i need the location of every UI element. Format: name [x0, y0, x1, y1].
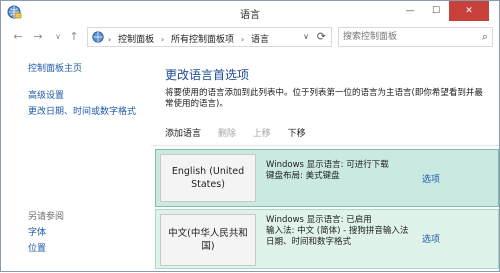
language-toolbar: 添加语言 删除 上移 下移: [165, 126, 320, 140]
navigation-bar: ← → ∨ ↑ › 控制面板 › 所有控制面板项 › 语言 ∨ ⟳ 搜索控制面板…: [1, 23, 499, 51]
move-down-button[interactable]: 下移: [288, 129, 306, 139]
datetime-format: 日期、时间和数字格式: [266, 237, 352, 247]
close-button[interactable]: ✕: [449, 1, 489, 21]
language-details: Windows 显示语言: 可进行下载 键盘布局: 美式键盘: [266, 160, 426, 182]
breadcrumb-separator: ›: [160, 35, 165, 44]
sidebar-link-datetime[interactable]: 更改日期、时间或数字格式: [28, 104, 136, 117]
maximize-button[interactable]: ☐: [423, 1, 449, 21]
main-content: 更改语言首选项 将要使用的语言添加到此列表中。位于列表第一位的语言为主语言(即你…: [151, 51, 499, 273]
input-method: 输入法: 中文 (简体) - 搜狗拼音输入法: [266, 226, 409, 236]
page-description: 将要使用的语言添加到此列表中。位于列表第一位的语言为主语言(即你希望看到并最常使…: [165, 88, 483, 109]
display-language-status: Windows 显示语言: 可进行下载: [266, 160, 389, 170]
keyboard-layout: 键盘布局: 美式键盘: [266, 171, 340, 181]
display-language-status: Windows 显示语言: 已启用: [266, 215, 372, 225]
recent-locations-icon[interactable]: ∨: [51, 30, 65, 44]
breadcrumb-separator: ›: [240, 35, 245, 44]
sidebar-link-home[interactable]: 控制面板主页: [28, 61, 82, 74]
up-arrow-icon[interactable]: ↑: [67, 30, 81, 44]
add-language-button[interactable]: 添加语言: [165, 129, 201, 139]
remove-button[interactable]: 删除: [218, 129, 236, 139]
search-icon[interactable]: ⌕: [482, 30, 488, 44]
page-title: 更改语言首选项: [165, 68, 250, 82]
breadcrumb: › 控制面板 › 所有控制面板项 › 语言: [108, 32, 273, 45]
language-row-chinese[interactable]: 中文(中华人民共和国) Windows 显示语言: 已启用 输入法: 中文 (简…: [155, 209, 499, 269]
forward-arrow-icon[interactable]: →: [31, 30, 45, 44]
address-control-panel-icon: [91, 30, 105, 47]
sidebar-link-location[interactable]: 位置: [28, 241, 46, 254]
move-up-button[interactable]: 上移: [253, 129, 271, 139]
language-name-button[interactable]: 中文(中华人民共和国): [160, 214, 256, 266]
sidebar-link-advanced[interactable]: 高级设置: [28, 88, 64, 101]
address-bar[interactable]: › 控制面板 › 所有控制面板项 › 语言 ∨ ⟳: [87, 27, 332, 47]
language-row-english[interactable]: English (United States) Windows 显示语言: 可进…: [155, 149, 499, 207]
breadcrumb-all-items[interactable]: 所有控制面板项: [171, 35, 234, 45]
language-name-button[interactable]: English (United States): [160, 154, 256, 202]
sidebar-link-fonts[interactable]: 字体: [28, 225, 46, 238]
refresh-icon[interactable]: ⟳: [317, 30, 326, 43]
back-arrow-icon[interactable]: ←: [11, 30, 25, 44]
language-details: Windows 显示语言: 已启用 输入法: 中文 (简体) - 搜狗拼音输入法…: [266, 215, 426, 248]
search-input[interactable]: [343, 30, 473, 44]
breadcrumb-language[interactable]: 语言: [251, 35, 269, 45]
title-bar: 语言 — ☐ ✕: [1, 1, 499, 23]
sidebar: 控制面板主页 高级设置 更改日期、时间或数字格式 另请参阅 字体 位置: [1, 51, 151, 273]
see-also-heading: 另请参阅: [28, 212, 65, 222]
breadcrumb-control-panel[interactable]: 控制面板: [118, 35, 154, 45]
minimize-button[interactable]: —: [397, 1, 423, 21]
options-link[interactable]: 选项: [422, 172, 440, 185]
options-link[interactable]: 选项: [422, 232, 440, 245]
breadcrumb-separator: ›: [108, 35, 112, 44]
address-dropdown-icon[interactable]: ∨: [303, 32, 309, 41]
language-window: 语言 — ☐ ✕ ← → ∨ ↑ › 控制面板 › 所有控制面板项 › 语言 ∨…: [0, 0, 500, 272]
search-box[interactable]: ⌕: [338, 27, 493, 47]
toolbar-divider: [151, 145, 499, 146]
